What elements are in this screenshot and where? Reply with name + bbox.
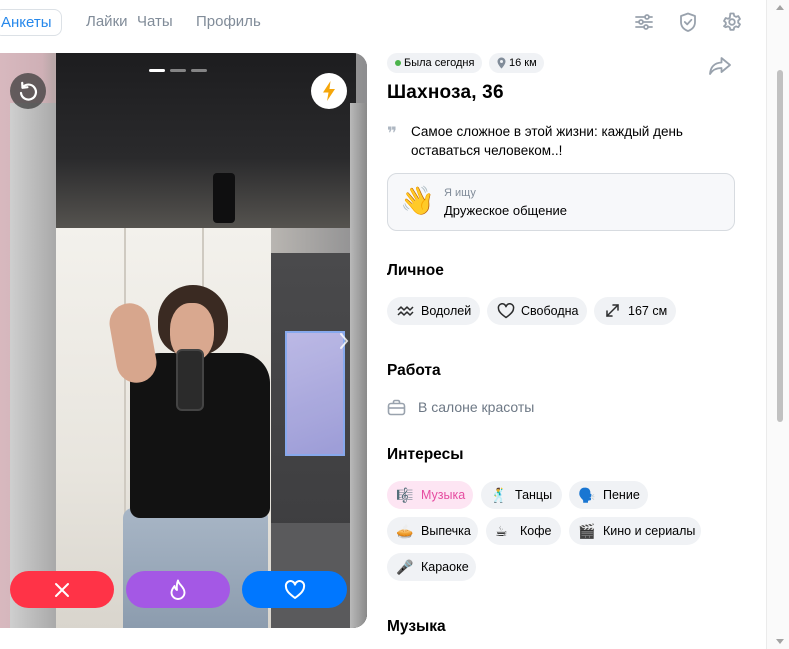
gear-icon[interactable]	[721, 11, 743, 33]
work-row: В салоне красоты	[387, 398, 587, 418]
section-music-heading: Музыка	[387, 618, 446, 635]
location-pin-icon	[497, 57, 506, 69]
photo-pagination	[149, 69, 207, 72]
seeking-label: Я ищу	[444, 187, 476, 199]
tab-likes[interactable]: Лайки	[86, 9, 128, 36]
photo-person-jeans	[123, 508, 268, 628]
filters-icon[interactable]	[633, 11, 655, 33]
section-work-heading: Работа	[387, 362, 441, 379]
chip-label: Кофе	[520, 524, 552, 538]
photo-page-dot[interactable]	[191, 69, 207, 72]
heart-icon	[284, 579, 305, 599]
chip-label: Водолей	[421, 304, 472, 318]
seeking-card: 👋 Я ищу Дружеское общение	[387, 173, 735, 231]
next-photo-icon[interactable]	[338, 330, 350, 352]
chip-label: Выпечка	[421, 524, 471, 538]
scrollbar-thumb[interactable]	[777, 70, 783, 422]
distance-badge: 16 км	[489, 53, 544, 73]
music-score-icon: 🎼	[396, 487, 414, 503]
chip-interest-dance: 🕺 Танцы	[481, 481, 562, 509]
lightning-icon	[323, 81, 335, 101]
profile-name-age: Шахноза, 36	[387, 82, 504, 103]
profile-photo[interactable]	[0, 53, 367, 628]
waving-hand-icon: 👋	[400, 185, 435, 216]
chip-label: Танцы	[515, 488, 553, 502]
dislike-button[interactable]	[10, 571, 114, 608]
share-icon[interactable]	[708, 55, 732, 77]
chip-height: 167 см	[594, 297, 676, 325]
scroll-down-arrow-icon[interactable]	[776, 639, 784, 644]
clapperboard-icon: 🎬	[578, 523, 596, 539]
chip-zodiac: Водолей	[387, 297, 480, 325]
undo-button[interactable]	[10, 73, 46, 109]
tab-ankety[interactable]: Анкеты	[0, 9, 62, 36]
shield-check-icon[interactable]	[677, 11, 699, 33]
close-icon	[55, 582, 69, 597]
online-dot	[395, 60, 401, 66]
tab-profile[interactable]: Профиль	[196, 9, 261, 36]
aquarius-icon	[397, 306, 414, 316]
work-value: В салоне красоты	[418, 399, 535, 415]
chip-label: Свободна	[521, 304, 579, 318]
section-personal-heading: Личное	[387, 262, 444, 279]
tab-chats[interactable]: Чаты	[137, 9, 173, 36]
app-root: Анкеты Лайки Чаты Профиль Была сегодня 1…	[0, 0, 789, 649]
flame-icon	[170, 579, 186, 600]
chip-interest-singing: 🗣️ Пение	[569, 481, 648, 509]
heart-outline-icon	[497, 303, 515, 319]
photo-page-dot[interactable]	[149, 69, 165, 72]
quote-icon: ❞	[387, 124, 397, 143]
chip-relationship: Свободна	[487, 297, 587, 325]
chip-interest-coffee: ☕ Кофе	[486, 517, 561, 545]
photo-person-phone	[176, 349, 204, 411]
chip-label: Музыка	[421, 488, 466, 502]
chip-label: Пение	[603, 488, 640, 502]
boost-button[interactable]	[311, 73, 347, 109]
speaking-head-icon: 🗣️	[578, 487, 596, 503]
chip-label: Кино и сериалы	[603, 524, 696, 538]
coffee-cup-icon: ☕	[495, 523, 508, 539]
mirror-frame-right	[350, 103, 367, 628]
top-navigation: Анкеты Лайки Чаты Профиль	[0, 0, 765, 44]
chip-interest-baking: 🥧 Выпечка	[387, 517, 478, 545]
chip-interest-karaoke: 🎤 Караоке	[387, 553, 476, 581]
undo-icon	[19, 81, 37, 101]
chip-interest-music: 🎼 Музыка	[387, 481, 473, 509]
pie-icon: 🥧	[396, 523, 414, 539]
section-interests-heading: Интересы	[387, 446, 464, 463]
online-status-text: Была сегодня	[404, 57, 475, 69]
scroll-up-arrow-icon[interactable]	[776, 5, 784, 10]
seeking-value: Дружеское общение	[444, 203, 567, 218]
briefcase-icon	[387, 399, 406, 416]
microphone-icon: 🎤	[396, 559, 414, 575]
mirror-frame-left	[10, 103, 56, 628]
scrollbar[interactable]	[766, 0, 789, 649]
superlike-button[interactable]	[126, 571, 230, 608]
photo-glass-panel	[285, 331, 345, 456]
chip-label: 167 см	[628, 304, 668, 318]
profile-bio: Самое сложное в этой жизни: каждый день …	[411, 124, 683, 158]
like-button[interactable]	[242, 571, 347, 608]
chip-interest-movies: 🎬 Кино и сериалы	[569, 517, 701, 545]
photo-page-dot[interactable]	[170, 69, 186, 72]
online-status-badge: Была сегодня	[387, 53, 482, 73]
photo-lamp	[213, 173, 235, 223]
height-arrows-icon	[606, 304, 619, 317]
chip-label: Караоке	[421, 560, 469, 574]
distance-text: 16 км	[509, 57, 537, 69]
dancing-man-icon: 🕺	[490, 487, 508, 503]
